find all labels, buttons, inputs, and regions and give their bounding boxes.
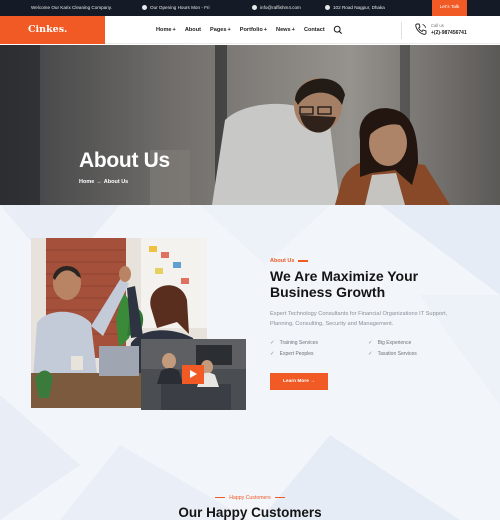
feature-item: ✓ Big Experience [368,340,411,346]
nav-portfolio-plus-icon: + [263,27,268,33]
learn-more-button[interactable]: Learn More → [270,373,328,390]
check-icon: ✓ [270,351,275,357]
logo[interactable]: Cinkes. [0,16,105,44]
page-title: About Us [79,149,170,172]
learn-more-label[interactable]: Learn More [283,379,309,384]
nav-contact-label[interactable]: Contact [304,27,325,33]
nav-home-label[interactable]: Home [156,27,172,33]
opening-hours: Our Opening Hours Mon - Fri [142,0,209,16]
nav-pages-label[interactable]: Pages [210,27,226,33]
search-icon[interactable] [333,25,343,35]
nav-pages[interactable]: Pages+ [210,27,231,33]
location-icon [325,5,330,10]
opening-hours-text: Our Opening Hours Mon - Fri [150,5,210,10]
testimonials-eyebrow-label: Happy Customers [229,495,271,501]
feature-item: ✓ Taxation Services [368,351,417,357]
email-text[interactable]: info@raffishm4.com [260,5,301,10]
eyebrow-line-right [274,497,285,499]
breadcrumb-arrow-icon: → [96,179,102,185]
main-nav: Home+ About Pages+ Portfolio+ News+ Cont… [156,16,334,44]
about-eyebrow: About Us [270,258,309,264]
nav-news[interactable]: News+ [276,27,295,33]
nav-pages-plus-icon: + [227,27,231,33]
testimonials-eyebrow: Happy Customers [0,495,500,501]
hero-background-image [0,45,500,205]
site-header: Cinkes. Home+ About Pages+ Portfolio+ Ne… [0,16,500,44]
call-number[interactable]: +(2)-987456741 [431,30,467,36]
phone-icon [415,23,427,35]
page-hero: About Us Home → About Us [0,45,500,205]
header-divider [401,22,402,39]
call-label: Call us [431,23,444,28]
about-eyebrow-label: About Us [270,258,295,264]
nav-portfolio-label[interactable]: Portfolio [240,27,263,33]
nav-portfolio[interactable]: Portfolio+ [240,27,267,33]
mail-icon [252,5,257,10]
check-icon: ✓ [368,340,373,346]
testimonials-title: Our Happy Customers [178,505,322,520]
nav-home-plus-icon: + [172,27,176,33]
nav-home[interactable]: Home+ [156,27,176,33]
feature-item: ✓ Expert Peoples [270,351,314,357]
eyebrow-line [298,260,309,262]
address: 102 Road Nagpur, Dhaka [325,0,385,16]
check-icon: ✓ [368,351,373,357]
top-bar: Welcome Our Karix Cleaning Company. Our … [0,0,500,16]
lets-talk-button[interactable]: Let's Talk [432,0,467,16]
nav-contact[interactable]: Contact [304,27,325,33]
welcome-text: Welcome Our Karix Cleaning Company. [31,5,113,10]
clock-icon [142,5,147,10]
play-button[interactable] [182,365,204,384]
feature-label: Big Experience [377,340,412,346]
address-text: 102 Road Nagpur, Dhaka [333,5,385,10]
check-icon: ✓ [270,340,275,346]
nav-about[interactable]: About [185,27,201,33]
breadcrumb: Home → About Us [79,179,128,185]
about-heading: We Are Maximize Your Business Growth [270,268,419,300]
feature-label: Expert Peoples [279,351,314,357]
breadcrumb-home[interactable]: Home [79,179,94,185]
nav-news-plus-icon: + [291,27,295,33]
eyebrow-line-left [215,497,226,499]
about-description: Expert Technology Consultants for Financ… [270,311,448,327]
video-thumbnail[interactable] [141,339,246,410]
feature-item: ✓ Training Services [270,340,318,346]
nav-news-label[interactable]: News [276,27,291,33]
email-link[interactable]: info@raffishm4.com [252,0,301,16]
feature-label: Taxation Services [377,351,417,357]
nav-about-label[interactable]: About [185,27,201,33]
arrow-right-icon: → [310,379,315,384]
feature-label: Training Services [279,340,319,346]
breadcrumb-current: About Us [103,179,129,185]
about-section: About Us We Are Maximize Your Business G… [0,205,500,520]
